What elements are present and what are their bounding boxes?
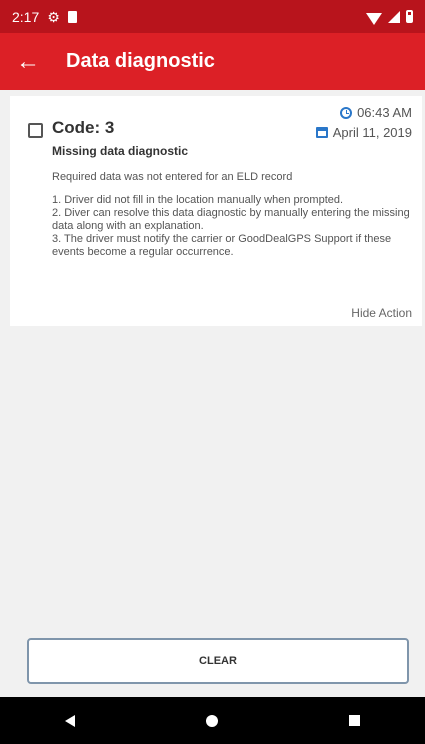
wifi-icon: [366, 12, 382, 25]
diagnostic-time: 06:43 AM: [340, 105, 412, 120]
sdcard-icon: [67, 10, 77, 23]
diagnostic-description: Required data was not entered for an ELD…: [52, 171, 293, 183]
gear-icon: ⚙: [47, 8, 60, 25]
diagnostic-date: April 11, 2019: [315, 125, 412, 140]
back-button[interactable]: ←: [0, 33, 56, 90]
diagnostic-card: Code: 3 06:43 AM April 11, 2019 Missing …: [10, 96, 422, 326]
page-title: Data diagnostic: [66, 50, 215, 72]
calendar-icon: [315, 127, 328, 138]
navigation-bar: [0, 697, 425, 744]
diagnostic-checkbox[interactable]: [28, 123, 43, 138]
diagnostic-code: Code: 3: [52, 118, 115, 137]
status-left: 2:17 ⚙: [12, 9, 77, 25]
clock-icon: [340, 106, 353, 119]
app-bar: ← Data diagnostic: [0, 33, 425, 90]
diagnostic-subtitle: Missing data diagnostic: [52, 144, 189, 158]
arrow-left-icon: ←: [16, 47, 40, 75]
battery-icon: [406, 10, 413, 23]
status-right: [366, 10, 413, 25]
clear-button[interactable]: CLEAR: [27, 638, 409, 684]
nav-home-icon[interactable]: [205, 714, 218, 727]
signal-icon: [388, 10, 400, 23]
nav-recent-apps-icon[interactable]: [348, 715, 360, 726]
diagnostic-steps: 1. Driver did not fill in the location m…: [52, 194, 410, 258]
time-text: 06:43 AM: [357, 105, 412, 120]
status-bar: 2:17 ⚙: [0, 0, 425, 33]
hide-action-link[interactable]: Hide Action: [351, 306, 412, 320]
status-time: 2:17: [12, 8, 40, 25]
date-text: April 11, 2019: [332, 125, 412, 140]
nav-back-icon[interactable]: [65, 714, 76, 727]
